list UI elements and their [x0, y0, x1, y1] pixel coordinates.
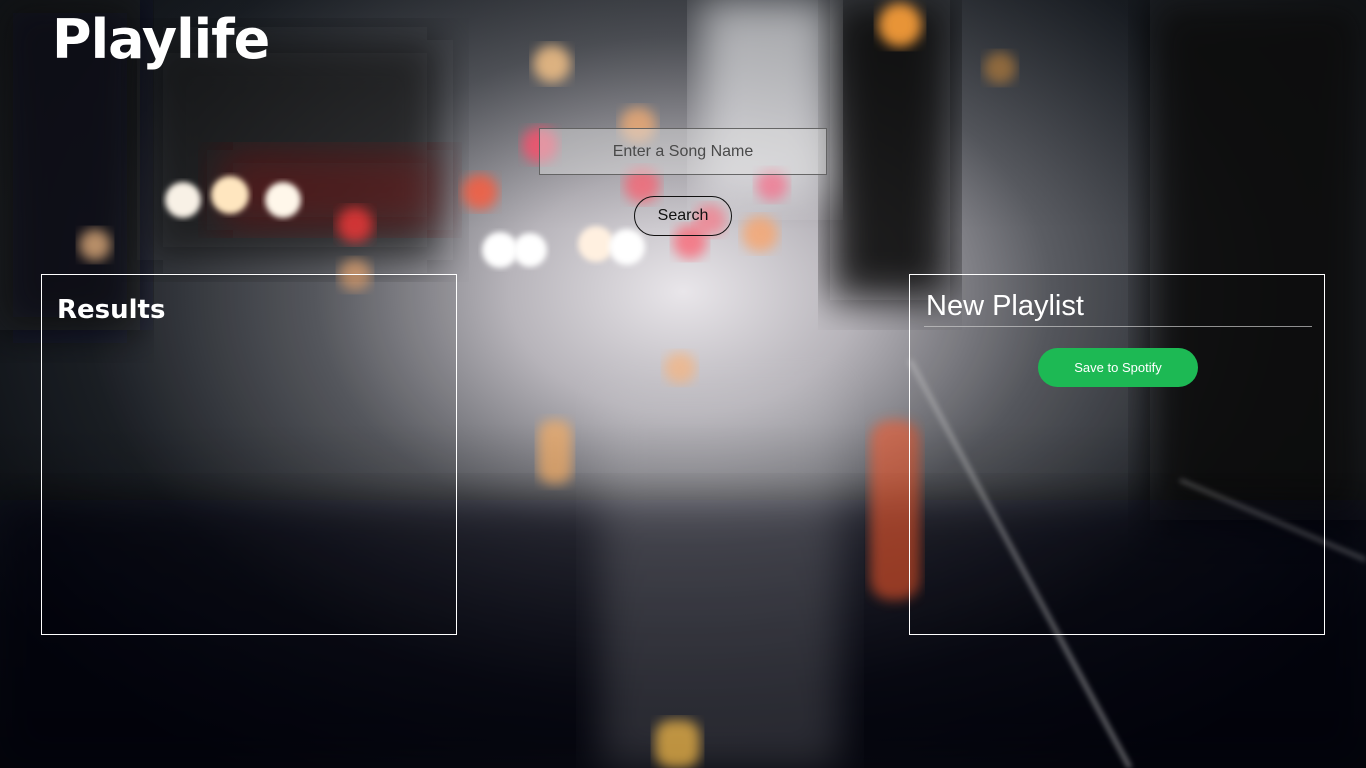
save-to-spotify-button[interactable]: Save to Spotify — [1038, 348, 1198, 387]
results-title: Results — [57, 295, 166, 325]
playlist-panel: Save to Spotify — [909, 274, 1325, 635]
search-input[interactable] — [539, 128, 827, 175]
search-button[interactable]: Search — [634, 196, 732, 236]
playlist-name-input[interactable] — [924, 287, 1312, 327]
results-panel: Results — [41, 274, 457, 635]
app-logo: Playlife — [52, 8, 270, 71]
